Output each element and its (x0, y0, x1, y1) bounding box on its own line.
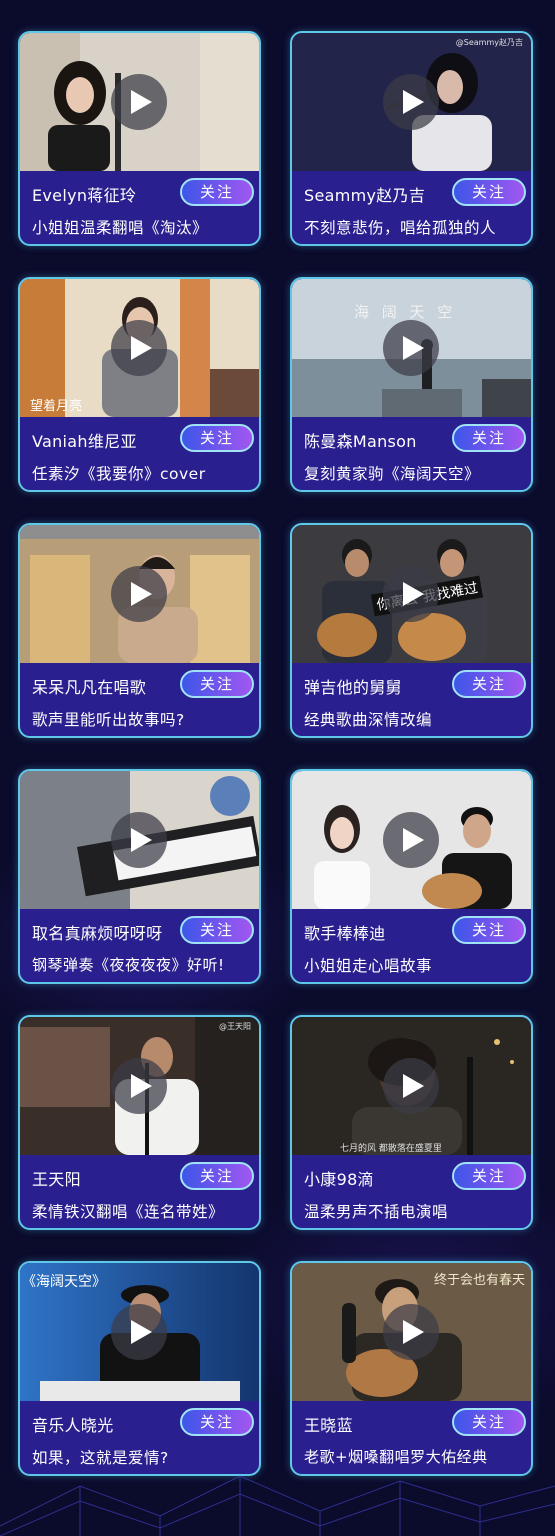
play-icon (131, 1074, 152, 1098)
author-name[interactable]: Evelyn蒋征玲 (32, 182, 136, 206)
video-card[interactable]: 《海阔天空》 音乐人晓光 关注 如果，这就是爱情? (18, 1261, 261, 1476)
follow-button[interactable]: 关注 (452, 916, 526, 944)
play-button[interactable] (111, 812, 167, 868)
thumbnail-caption: 望着月亮 (30, 399, 83, 414)
play-button[interactable] (383, 320, 439, 376)
video-title[interactable]: 柔情铁汉翻唱《连名带姓》 (32, 1200, 224, 1222)
video-card[interactable]: 望着月亮 Vaniah维尼亚 关注 任素汐《我要你》cover (18, 277, 261, 492)
author-name[interactable]: 王晓蓝 (304, 1412, 353, 1436)
follow-button[interactable]: 关注 (452, 1162, 526, 1190)
video-title[interactable]: 经典歌曲深情改编 (304, 708, 432, 730)
video-title[interactable]: 复刻黄家驹《海阔天空》 (304, 462, 480, 484)
decorative-grid (0, 1475, 555, 1536)
play-icon (403, 1074, 424, 1098)
play-button[interactable] (383, 1058, 439, 1114)
video-thumbnail[interactable]: 你离去 我找难过 (292, 525, 531, 663)
video-card[interactable]: 呆呆凡凡在唱歌 关注 歌声里能听出故事吗? (18, 523, 261, 738)
video-card[interactable]: Evelyn蒋征玲 关注 小姐姐温柔翻唱《淘汰》 (18, 31, 261, 246)
author-name[interactable]: 呆呆凡凡在唱歌 (32, 674, 146, 698)
play-button[interactable] (111, 1304, 167, 1360)
video-card[interactable]: 歌手棒棒迪 关注 小姐姐走心唱故事 (290, 769, 533, 984)
follow-button[interactable]: 关注 (180, 916, 254, 944)
play-icon (403, 828, 424, 852)
video-thumbnail[interactable]: 七月的风 都散落在盛夏里 (292, 1017, 531, 1155)
video-title[interactable]: 钢琴弹奏《夜夜夜夜》好听! (32, 954, 225, 975)
follow-button[interactable]: 关注 (180, 178, 254, 206)
play-button[interactable] (383, 1304, 439, 1360)
author-name[interactable]: 音乐人晓光 (32, 1412, 114, 1436)
follow-button[interactable]: 关注 (180, 1162, 254, 1190)
video-thumbnail[interactable]: @Seammy赵乃吉 (292, 33, 531, 171)
video-card[interactable]: 终于会也有春天 王晓蓝 关注 老歌+烟嗓翻唱罗大佑经典 (290, 1261, 533, 1476)
video-thumbnail[interactable]: 望着月亮 (20, 279, 259, 417)
thumbnail-caption: 《海阔天空》 (22, 1274, 106, 1290)
video-thumbnail[interactable] (20, 525, 259, 663)
video-card[interactable]: @王天阳 王天阳 关注 柔情铁汉翻唱《连名带姓》 (18, 1015, 261, 1230)
video-title[interactable]: 不刻意悲伤，唱给孤独的人 (304, 216, 496, 238)
video-thumbnail[interactable] (20, 771, 259, 909)
thumbnail-caption: @王天阳 (219, 1022, 251, 1031)
play-icon (131, 336, 152, 360)
author-name[interactable]: 歌手棒棒迪 (304, 920, 386, 944)
video-thumbnail[interactable] (292, 771, 531, 909)
play-icon (131, 1320, 152, 1344)
video-title[interactable]: 如果，这就是爱情? (32, 1446, 169, 1468)
play-button[interactable] (111, 74, 167, 130)
play-icon (131, 90, 152, 114)
author-name[interactable]: 弹吉他的舅舅 (304, 674, 402, 698)
play-button[interactable] (111, 1058, 167, 1114)
author-name[interactable]: 王天阳 (32, 1166, 81, 1190)
play-icon (403, 90, 424, 114)
thumbnail-caption: 终于会也有春天 (433, 1273, 525, 1288)
follow-button[interactable]: 关注 (452, 1408, 526, 1436)
video-thumbnail[interactable]: 终于会也有春天 (292, 1263, 531, 1401)
follow-button[interactable]: 关注 (452, 178, 526, 206)
video-thumbnail[interactable]: 《海阔天空》 (20, 1263, 259, 1401)
follow-button[interactable]: 关注 (180, 1408, 254, 1436)
play-icon (403, 1320, 424, 1344)
video-title[interactable]: 温柔男声不插电演唱 (304, 1200, 448, 1222)
author-name[interactable]: 陈曼森Manson (304, 428, 417, 452)
thumbnail-caption: 七月的风 都散落在盛夏里 (340, 1144, 442, 1154)
video-title[interactable]: 任素汐《我要你》cover (32, 462, 206, 484)
video-card[interactable]: @Seammy赵乃吉 Seammy赵乃吉 关注 不刻意悲伤，唱给孤独的人 (290, 31, 533, 246)
author-name[interactable]: 小康98滴 (304, 1166, 374, 1190)
follow-button[interactable]: 关注 (452, 670, 526, 698)
play-icon (131, 582, 152, 606)
thumbnail-caption: @Seammy赵乃吉 (455, 38, 523, 47)
play-button[interactable] (383, 566, 439, 622)
video-title[interactable]: 老歌+烟嗓翻唱罗大佑经典 (304, 1446, 488, 1467)
video-card[interactable]: 取名真麻烦呀呀呀 关注 钢琴弹奏《夜夜夜夜》好听! (18, 769, 261, 984)
play-icon (403, 582, 424, 606)
video-thumbnail[interactable]: @王天阳 (20, 1017, 259, 1155)
follow-button[interactable]: 关注 (180, 670, 254, 698)
author-name[interactable]: 取名真麻烦呀呀呀 (32, 920, 162, 944)
thumbnail-caption: 海 阔 天 空 (354, 303, 457, 321)
play-button[interactable] (383, 812, 439, 868)
play-button[interactable] (111, 566, 167, 622)
author-name[interactable]: Seammy赵乃吉 (304, 182, 425, 206)
video-card[interactable]: 七月的风 都散落在盛夏里 小康98滴 关注 温柔男声不插电演唱 (290, 1015, 533, 1230)
video-card[interactable]: 海 阔 天 空 陈曼森Manson 关注 复刻黄家驹《海阔天空》 (290, 277, 533, 492)
follow-button[interactable]: 关注 (452, 424, 526, 452)
video-title[interactable]: 歌声里能听出故事吗? (32, 708, 185, 730)
follow-button[interactable]: 关注 (180, 424, 254, 452)
video-title[interactable]: 小姐姐走心唱故事 (304, 954, 432, 976)
video-thumbnail[interactable] (20, 33, 259, 171)
video-title[interactable]: 小姐姐温柔翻唱《淘汰》 (32, 216, 208, 238)
author-name[interactable]: Vaniah维尼亚 (32, 428, 137, 452)
play-button[interactable] (383, 74, 439, 130)
video-thumbnail[interactable]: 海 阔 天 空 (292, 279, 531, 417)
play-icon (403, 336, 424, 360)
play-button[interactable] (111, 320, 167, 376)
video-card[interactable]: 你离去 我找难过 弹吉他的舅舅 关注 经典歌曲深情改编 (290, 523, 533, 738)
play-icon (131, 828, 152, 852)
